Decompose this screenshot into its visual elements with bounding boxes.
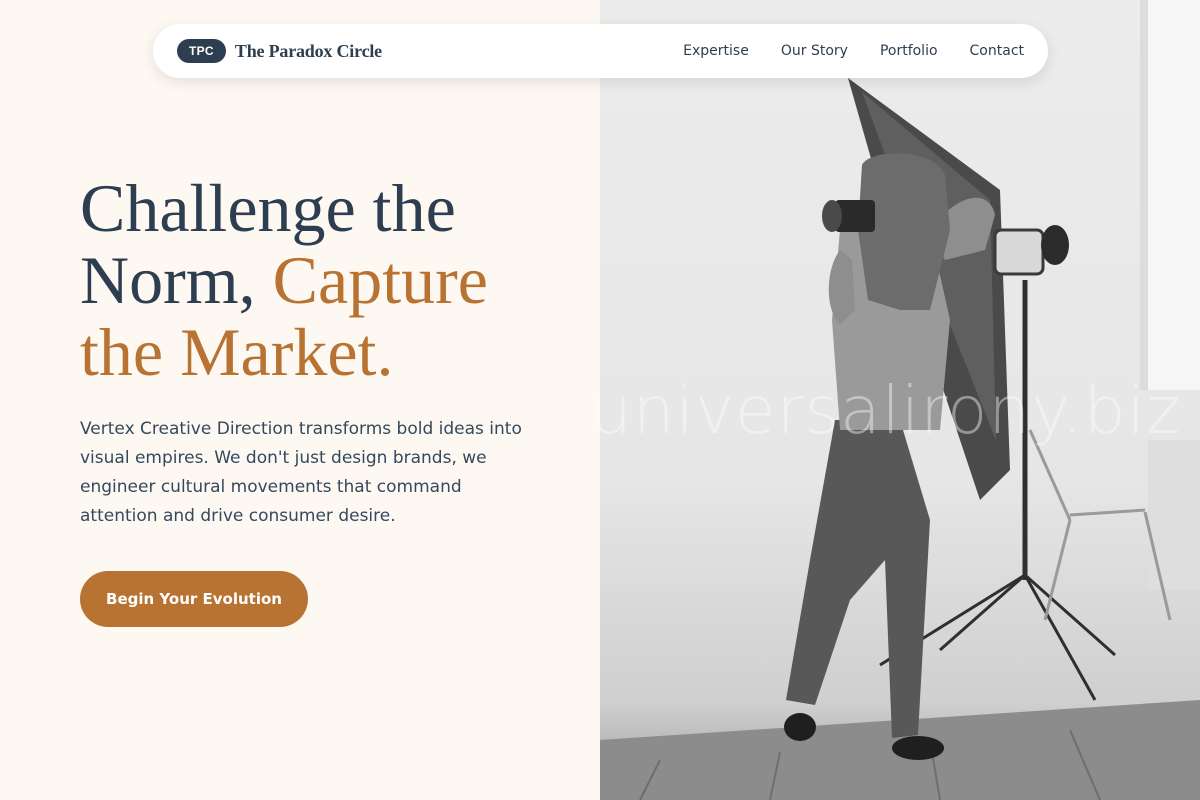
begin-evolution-button[interactable]: Begin Your Evolution	[80, 571, 308, 627]
nav-links: Expertise Our Story Portfolio Contact	[683, 43, 1024, 59]
hero-title-line1: Challenge the	[80, 170, 456, 246]
photographer	[786, 420, 930, 738]
brand-name: The Paradox Circle	[234, 40, 382, 61]
brand-badge: TPC	[177, 39, 226, 63]
nav-link-portfolio[interactable]: Portfolio	[880, 43, 938, 59]
hero-title-line2-accent: Capture	[272, 242, 488, 318]
hero-left-panel	[0, 0, 600, 800]
hero-description: Vertex Creative Direction transforms bol…	[80, 419, 522, 526]
brand-logo[interactable]: TPC The Paradox Circle	[177, 39, 382, 63]
nav-link-contact[interactable]: Contact	[970, 43, 1024, 59]
studio-photo-illustration	[600, 0, 1200, 800]
top-navbar: TPC The Paradox Circle Expertise Our Sto…	[153, 24, 1048, 78]
hero-title-line3-accent: the Market.	[80, 314, 394, 390]
window	[1140, 0, 1200, 390]
nav-link-our-story[interactable]: Our Story	[781, 43, 848, 59]
hero-title: Challenge the Norm, Capture the Market.	[80, 172, 580, 388]
hero-photo	[600, 0, 1200, 800]
hero-title-line2-plain: Norm,	[80, 242, 273, 318]
chair	[1028, 429, 1072, 521]
strobe-head	[993, 228, 1045, 276]
nav-link-expertise[interactable]: Expertise	[683, 43, 749, 59]
